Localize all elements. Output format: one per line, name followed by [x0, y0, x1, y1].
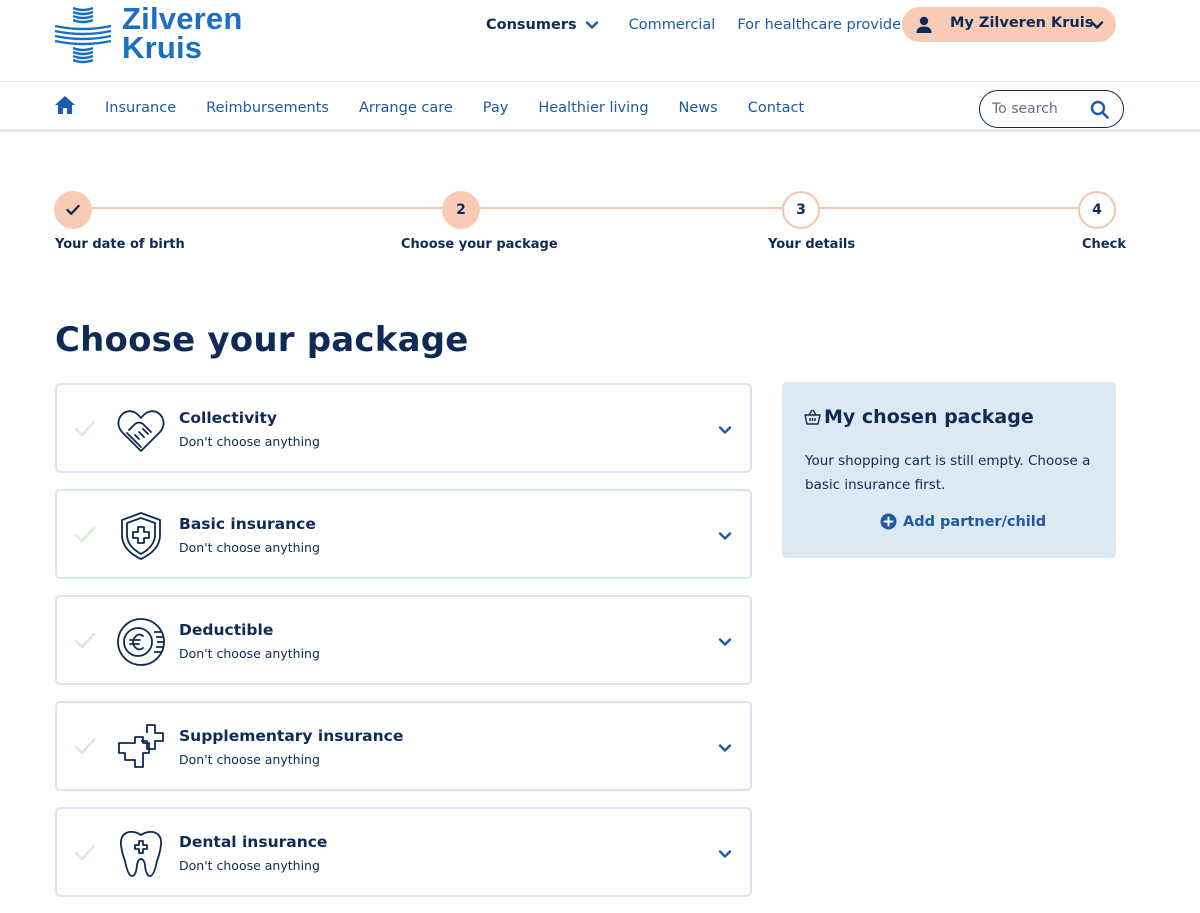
package-card-dental-insurance[interactable]: Dental insurance Don't choose anything	[55, 807, 752, 897]
package-status: Don't choose anything	[179, 858, 320, 873]
cart-empty-message: Your shopping cart is still empty. Choos…	[805, 453, 1091, 493]
add-partner-child-button[interactable]: Add partner/child	[880, 513, 1046, 530]
step-3-circle: 3	[782, 191, 820, 229]
checkmark-icon	[74, 632, 96, 649]
chevron-down-icon	[718, 638, 732, 646]
audience-nav: Consumers Commercial For healthcare prov…	[486, 14, 915, 36]
chosen-package-title: My chosen package	[824, 406, 1034, 428]
handshake-heart-icon	[117, 410, 165, 452]
step-4-circle: 4	[1078, 191, 1116, 229]
checkmark-icon	[74, 844, 96, 861]
plus-circle-icon	[880, 513, 897, 530]
step-connector	[820, 207, 1078, 209]
main-nav: Insurance Reimbursements Arrange care Pa…	[0, 82, 1200, 132]
search-icon[interactable]	[1090, 100, 1109, 119]
chevron-down-icon	[718, 426, 732, 434]
my-account-label: My Zilveren Kruis	[950, 15, 1094, 31]
nav-items: Insurance Reimbursements Arrange care Pa…	[105, 100, 834, 116]
healthcare-providers-link[interactable]: For healthcare providers	[737, 17, 914, 33]
package-status: Don't choose anything	[179, 752, 320, 767]
step-3-label: Your details	[768, 237, 856, 252]
add-partner-child-label: Add partner/child	[903, 513, 1047, 530]
chosen-package-panel: My chosen package Your shopping cart is …	[782, 382, 1116, 558]
nav-item-news[interactable]: News	[679, 100, 718, 116]
package-title: Dental insurance	[179, 833, 328, 851]
tooth-cross-icon	[120, 830, 162, 877]
nav-item-reimbursements[interactable]: Reimbursements	[206, 100, 329, 116]
zilveren-kruis-logo[interactable]: Zilveren Kruis	[54, 1, 244, 66]
my-account-button[interactable]: My Zilveren Kruis	[902, 7, 1116, 42]
shield-cross-icon	[121, 512, 161, 560]
package-status: Don't choose anything	[179, 540, 320, 555]
package-title: Deductible	[179, 621, 274, 639]
nav-item-arrange-care[interactable]: Arrange care	[359, 100, 453, 116]
cross-logo-icon	[54, 6, 112, 64]
step-2-label: Choose your package	[401, 237, 558, 252]
package-card-basic-insurance[interactable]: Basic insurance Don't choose anything	[55, 489, 752, 579]
euro-coin-icon	[117, 618, 165, 666]
package-card-deductible[interactable]: Deductible Don't choose anything	[55, 595, 752, 685]
basket-icon	[804, 409, 821, 425]
package-status: Don't choose anything	[179, 646, 320, 661]
package-card-collectivity[interactable]: Collectivity Don't choose anything	[55, 383, 752, 473]
chevron-down-icon[interactable]	[585, 18, 599, 32]
step-connector	[92, 207, 442, 209]
package-card-supplementary-insurance[interactable]: Supplementary insurance Don't choose any…	[55, 701, 752, 791]
commercial-link[interactable]: Commercial	[629, 17, 716, 33]
step-connector	[480, 207, 782, 209]
package-title: Collectivity	[179, 409, 278, 427]
brand-name: Zilveren Kruis	[122, 1, 243, 65]
nav-item-contact[interactable]: Contact	[748, 100, 804, 116]
chevron-down-icon	[1090, 21, 1104, 29]
home-icon[interactable]	[54, 95, 76, 115]
nav-item-insurance[interactable]: Insurance	[105, 100, 176, 116]
brand-name-line2: Kruis	[122, 30, 203, 65]
double-cross-icon	[118, 724, 164, 768]
page-title: Choose your package	[55, 320, 469, 360]
nav-item-pay[interactable]: Pay	[483, 100, 509, 116]
package-status: Don't choose anything	[179, 434, 320, 449]
checkmark-icon	[74, 526, 96, 543]
package-title: Basic insurance	[179, 515, 316, 533]
checkmark-icon	[74, 420, 96, 437]
brand-name-line1: Zilveren	[122, 1, 243, 36]
user-icon	[916, 16, 932, 33]
chevron-down-icon	[718, 850, 732, 858]
progress-stepper: 2 3 4 Your date of birth Choose your pac…	[0, 185, 1200, 265]
search-box[interactable]	[979, 90, 1124, 128]
package-title: Supplementary insurance	[179, 727, 404, 745]
top-header: Zilveren Kruis Consumers Commercial For …	[0, 0, 1200, 82]
step-1-circle[interactable]	[54, 191, 92, 229]
checkmark-icon	[74, 738, 96, 755]
chevron-down-icon	[718, 532, 732, 540]
step-1-label: Your date of birth	[55, 237, 185, 252]
chevron-down-icon	[718, 744, 732, 752]
step-4-label: Check	[1082, 237, 1126, 252]
step-2-circle: 2	[442, 191, 480, 229]
nav-item-healthier-living[interactable]: Healthier living	[538, 100, 648, 116]
search-input[interactable]	[992, 99, 1087, 119]
consumers-link[interactable]: Consumers	[486, 17, 577, 33]
checkmark-icon	[66, 204, 80, 215]
